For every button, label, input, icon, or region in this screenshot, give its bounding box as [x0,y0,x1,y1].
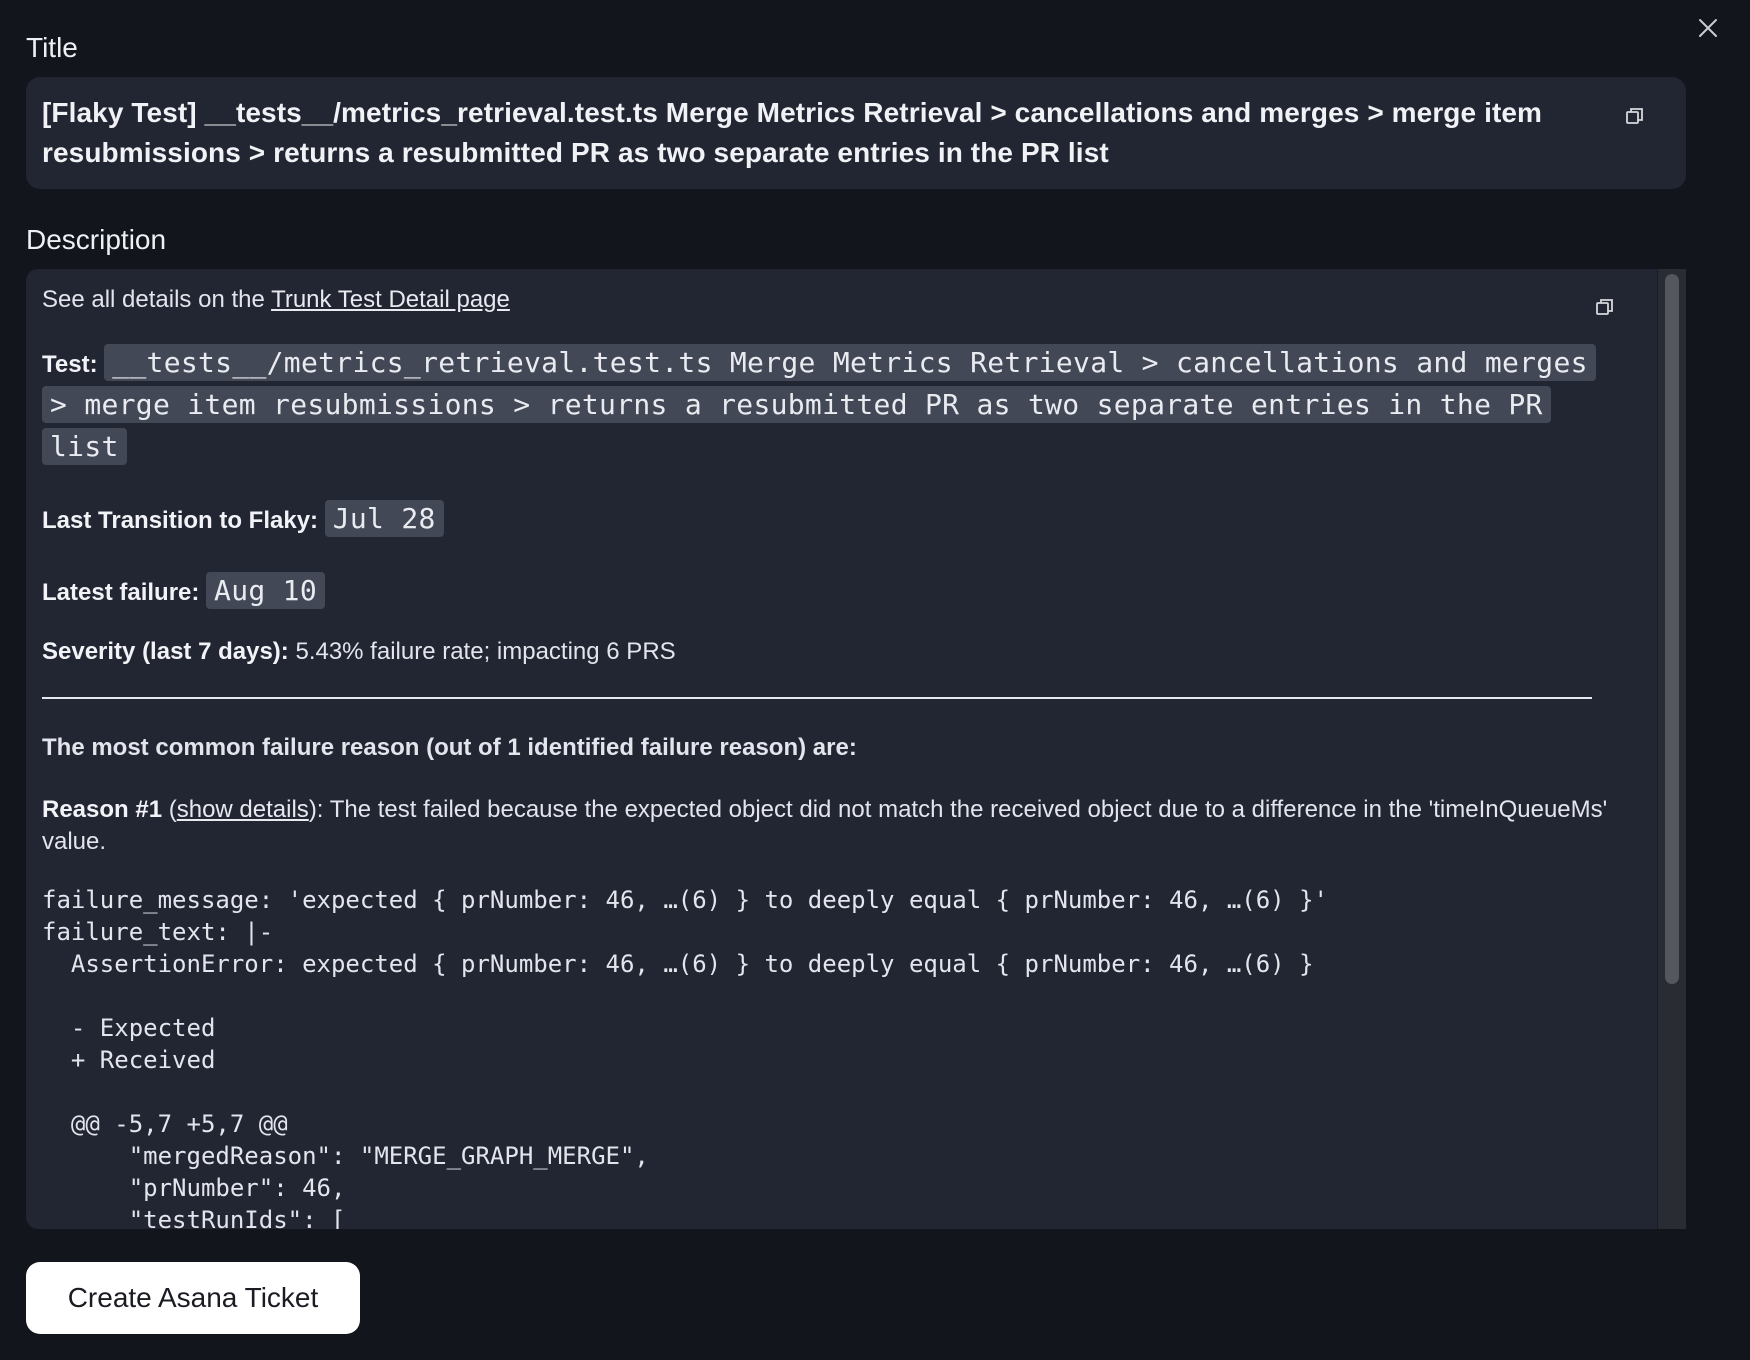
description-label: Description [26,224,167,255]
common-reason-heading: The most common failure reason (out of 1… [42,734,857,761]
close-icon [1697,17,1719,44]
scrollbar-track[interactable] [1657,269,1686,1229]
close-button[interactable] [1692,14,1724,46]
test-value: __tests__/metrics_retrieval.test.ts Merg… [42,344,1596,465]
copy-icon[interactable] [1624,105,1646,127]
reason-label: Reason #1 [42,796,163,823]
reason-paren-open: ( [162,796,177,823]
copy-icon[interactable] [1594,296,1616,318]
last-transition-row: Last Transition to Flaky: Jul 28 [42,499,1612,541]
reason-row: Reason #1 (show details): The test faile… [42,794,1612,858]
latest-failure-label: Latest failure: [42,579,200,606]
last-transition-label: Last Transition to Flaky: [42,507,319,534]
title-field: [Flaky Test] __tests__/metrics_retrieval… [26,77,1686,189]
details-line: See all details on the Trunk Test Detail… [42,283,1612,317]
divider [42,697,1592,699]
title-label: Title [26,32,78,63]
failure-code-block: failure_message: 'expected { prNumber: 4… [42,886,1328,1229]
test-label: Test: [42,351,98,378]
details-prefix: See all details on the [42,286,272,313]
last-transition-value: Jul 28 [324,500,444,537]
latest-failure-value: Aug 10 [206,572,325,609]
description-content: See all details on the Trunk Test Detail… [42,283,1612,1229]
create-asana-ticket-button[interactable]: Create Asana Ticket [26,1262,360,1334]
reason-paren-close: ): [308,796,324,823]
severity-label: Severity (last 7 days): [42,638,289,665]
severity-value: 5.43% failure rate; impacting 6 PRS [288,638,676,665]
show-details-link[interactable]: show details [177,796,309,823]
trunk-detail-link[interactable]: Trunk Test Detail page [271,286,510,313]
scrollbar-thumb[interactable] [1665,274,1679,984]
latest-failure-row: Latest failure: Aug 10 [42,571,1612,613]
title-value: [Flaky Test] __tests__/metrics_retrieval… [42,97,1543,168]
test-row: Test: __tests__/metrics_retrieval.test.t… [42,343,1612,469]
severity-row: Severity (last 7 days): 5.43% failure ra… [42,635,1612,669]
description-field[interactable]: See all details on the Trunk Test Detail… [26,269,1686,1229]
